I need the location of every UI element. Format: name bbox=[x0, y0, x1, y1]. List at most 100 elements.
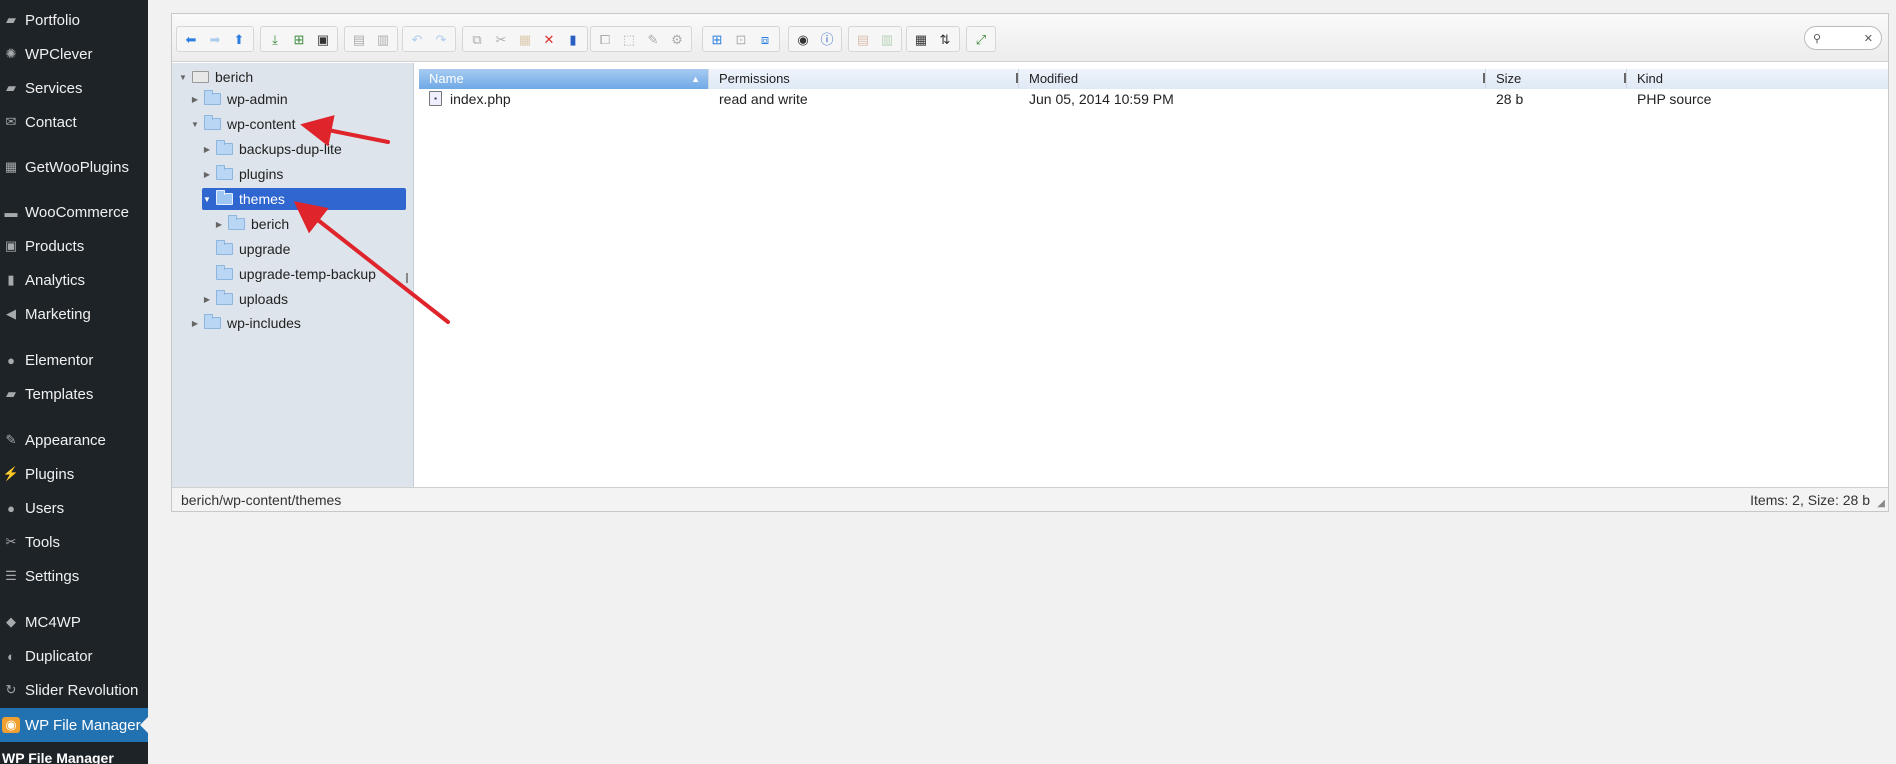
open-icon[interactable]: ▤ bbox=[349, 29, 369, 49]
sidebar-item-mc4wp[interactable]: ◆ MC4WP bbox=[0, 605, 148, 639]
sidebar-item-label: Plugins bbox=[25, 465, 75, 483]
tree-node-upgrade[interactable]: upgrade bbox=[202, 238, 290, 260]
preview-eye-icon[interactable]: ◉ bbox=[793, 29, 813, 49]
expand-arrow-icon[interactable]: ▶ bbox=[202, 295, 212, 304]
sidebar-item-slider-revolution[interactable]: ↻ Slider Revolution bbox=[0, 673, 148, 707]
tree-node-label: wp-admin bbox=[227, 91, 288, 107]
sidebar-item-portfolio[interactable]: ▰ Portfolio bbox=[0, 3, 148, 37]
archive-icon[interactable]: ▥ bbox=[877, 29, 897, 49]
paste-icon[interactable]: ▦ bbox=[515, 29, 535, 49]
back-icon[interactable]: ⬅ bbox=[181, 29, 201, 49]
tree-node-wp-includes[interactable]: ▶ wp-includes bbox=[190, 312, 301, 334]
current-path: berich/wp-content/themes bbox=[181, 492, 342, 508]
sidebar-item-label: WooCommerce bbox=[25, 203, 129, 221]
redo-icon[interactable]: ↷ bbox=[431, 29, 451, 49]
sidebar-item-settings[interactable]: ☰ Settings bbox=[0, 559, 148, 593]
tree-node-plugins[interactable]: ▶ plugins bbox=[202, 163, 283, 185]
tree-node-backups-dup-lite[interactable]: ▶ backups-dup-lite bbox=[202, 138, 342, 160]
column-header-modified[interactable]: Modified bbox=[1019, 69, 1486, 89]
column-header-size[interactable]: Size bbox=[1486, 69, 1627, 89]
collapse-arrow-icon[interactable]: ▼ bbox=[190, 120, 200, 129]
settings-icon[interactable]: ⚙ bbox=[667, 29, 687, 49]
expand-arrow-icon[interactable]: ▶ bbox=[214, 220, 224, 229]
sidebar-item-products[interactable]: ▣ Products bbox=[0, 229, 148, 263]
copy-icon[interactable]: ⧉ bbox=[467, 29, 487, 49]
duplicate-icon[interactable]: ⧠ bbox=[595, 29, 615, 49]
column-resize-handle[interactable] bbox=[1016, 73, 1018, 83]
forward-icon[interactable]: ➡ bbox=[205, 29, 225, 49]
delete-icon[interactable]: ✕ bbox=[539, 29, 559, 49]
wrench-icon: ✂ bbox=[5, 534, 17, 549]
sidebar-item-analytics[interactable]: ▮ Analytics bbox=[0, 263, 148, 297]
collapse-arrow-icon[interactable]: ▼ bbox=[202, 195, 212, 204]
rename-icon[interactable]: ✎ bbox=[643, 29, 663, 49]
file-row[interactable]: ▪ index.php read and write Jun 05, 2014 1… bbox=[419, 89, 1888, 109]
tree-node-wp-content[interactable]: ▼ wp-content bbox=[190, 113, 295, 135]
expand-arrow-icon[interactable]: ▶ bbox=[190, 95, 200, 104]
extract-icon[interactable]: ▤ bbox=[853, 29, 873, 49]
clear-search-icon[interactable]: ✕ bbox=[1864, 32, 1873, 45]
search-box[interactable]: ⚲ ✕ bbox=[1804, 26, 1882, 50]
megaphone-icon: ◀ bbox=[6, 306, 16, 321]
tree-node-themes[interactable]: ▼ themes bbox=[202, 188, 406, 210]
toolbar-group-tools: ⧠ ⬚ ✎ ⚙ bbox=[590, 26, 692, 52]
sidebar-item-wp-file-manager[interactable]: ◉ WP File Manager bbox=[0, 708, 148, 742]
sidebar-item-label: Marketing bbox=[25, 305, 91, 323]
select-all-icon[interactable]: ⊞ bbox=[707, 29, 727, 49]
sidebar-item-services[interactable]: ▰ Services bbox=[0, 71, 148, 105]
sidebar-item-wpclever[interactable]: ✺ WPClever bbox=[0, 37, 148, 71]
sidebar-item-label: Services bbox=[25, 79, 83, 97]
undo-icon[interactable]: ↶ bbox=[407, 29, 427, 49]
reload-icon[interactable]: ⤓ bbox=[265, 29, 285, 49]
save-icon[interactable]: ▣ bbox=[313, 29, 333, 49]
tree-node-uploads[interactable]: ▶ uploads bbox=[202, 288, 288, 310]
sort-icon[interactable]: ⇅ bbox=[935, 29, 955, 49]
trash-icon[interactable]: ▮ bbox=[563, 29, 583, 49]
column-header-permissions[interactable]: Permissions bbox=[709, 69, 1019, 89]
column-header-name[interactable]: Name ▲ bbox=[419, 69, 709, 89]
resize-grip-icon[interactable]: ◢ bbox=[1877, 498, 1885, 509]
fullscreen-icon[interactable]: ⤢ bbox=[971, 29, 991, 49]
icons-view-icon[interactable]: ▦ bbox=[911, 29, 931, 49]
sidebar-item-templates[interactable]: ▰ Templates bbox=[0, 377, 148, 411]
column-resize-handle[interactable] bbox=[1624, 73, 1626, 83]
sidebar-item-label: Slider Revolution bbox=[25, 681, 139, 699]
sidebar-item-duplicator[interactable]: ◐ Duplicator bbox=[0, 639, 148, 673]
column-header-kind[interactable]: Kind bbox=[1627, 69, 1885, 89]
sidebar-item-appearance[interactable]: ✎ Appearance bbox=[0, 423, 148, 457]
invert-selection-icon[interactable]: ⧈ bbox=[755, 29, 775, 49]
collapse-arrow-icon[interactable]: ▼ bbox=[178, 73, 188, 82]
sidebar-item-getwooplugins[interactable]: ▦ GetWooPlugins bbox=[0, 150, 148, 184]
tree-node-berich[interactable]: ▶ berich bbox=[214, 213, 289, 235]
select-none-icon[interactable]: ⊡ bbox=[731, 29, 751, 49]
tree-node-root[interactable]: ▼ berich bbox=[178, 66, 253, 88]
expand-arrow-icon[interactable]: ▶ bbox=[190, 319, 200, 328]
download-icon[interactable]: ▥ bbox=[373, 29, 393, 49]
search-input[interactable] bbox=[1827, 32, 1858, 44]
folder-icon bbox=[216, 165, 233, 180]
folder-icon bbox=[216, 140, 233, 155]
select-icon[interactable]: ⬚ bbox=[619, 29, 639, 49]
expand-arrow-icon[interactable]: ▶ bbox=[202, 170, 212, 179]
info-icon[interactable]: ⓘ bbox=[817, 29, 837, 49]
sidebar-item-users[interactable]: ● Users bbox=[0, 491, 148, 525]
submenu-item-wp-file-manager[interactable]: WP File Manager bbox=[0, 750, 114, 764]
sidebar-item-tools[interactable]: ✂ Tools bbox=[0, 525, 148, 559]
sidebar-item-woocommerce[interactable]: ▬ WooCommerce bbox=[0, 195, 148, 229]
tree-node-wp-admin[interactable]: ▶ wp-admin bbox=[190, 88, 288, 110]
sidebar-item-elementor[interactable]: ● Elementor bbox=[0, 343, 148, 377]
sidebar-item-contact[interactable]: ✉ Contact bbox=[0, 105, 148, 139]
expand-arrow-icon[interactable]: ▶ bbox=[202, 145, 212, 154]
sidebar-item-label: MC4WP bbox=[25, 613, 81, 631]
tree-resize-handle[interactable] bbox=[406, 273, 408, 283]
column-resize-handle[interactable] bbox=[1483, 73, 1485, 83]
tree-node-label: wp-content bbox=[227, 116, 296, 132]
tree-node-label: upgrade-temp-backup bbox=[239, 266, 376, 282]
sidebar-item-label: Settings bbox=[25, 567, 80, 585]
sidebar-item-marketing[interactable]: ◀ Marketing bbox=[0, 297, 148, 331]
up-icon[interactable]: ⬆ bbox=[229, 29, 249, 49]
sidebar-item-plugins[interactable]: ⚡ Plugins bbox=[0, 457, 148, 491]
tree-node-upgrade-temp-backup[interactable]: upgrade-temp-backup bbox=[202, 263, 376, 285]
cut-icon[interactable]: ✂ bbox=[491, 29, 511, 49]
new-file-icon[interactable]: ⊞ bbox=[289, 29, 309, 49]
